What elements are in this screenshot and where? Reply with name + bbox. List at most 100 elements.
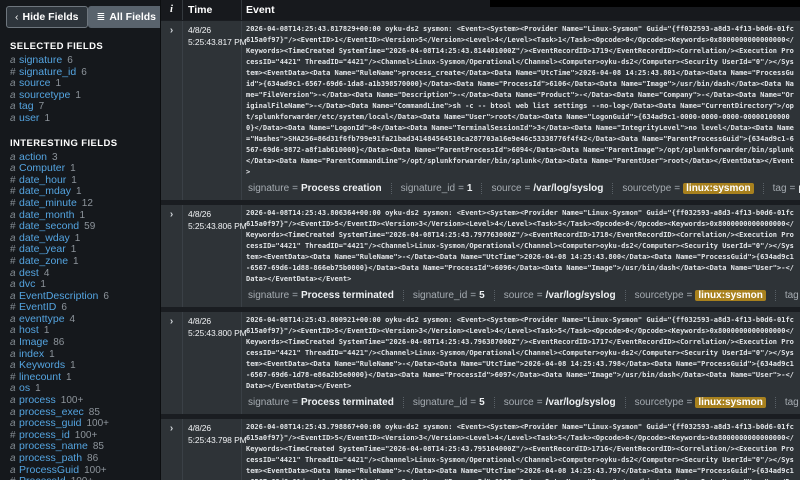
- field-count: 86: [87, 453, 99, 464]
- field-link[interactable]: ProcessId: [19, 475, 66, 480]
- field-link[interactable]: EventDescription: [19, 290, 98, 302]
- field-key: tag: [784, 290, 799, 301]
- expand-event-button[interactable]: ›: [161, 205, 183, 307]
- field-link[interactable]: signature: [19, 54, 62, 66]
- field-group-source: source =/var/log/syslog: [481, 183, 612, 194]
- field-link[interactable]: source: [19, 77, 51, 89]
- event-date: 4/8/26: [188, 423, 212, 433]
- event-date: 4/8/26: [188, 209, 212, 219]
- field-link[interactable]: linecount: [19, 371, 61, 383]
- field-link[interactable]: process_guid: [19, 417, 81, 429]
- field-group-signature: signature = Process terminated: [246, 397, 403, 408]
- event-fields-line: signature = Process terminated signature_i…: [246, 290, 800, 301]
- field-link[interactable]: sourcetype: [19, 89, 70, 101]
- field-group-source: source =/var/log/syslog: [493, 290, 625, 301]
- hide-fields-label: Hide Fields: [22, 11, 79, 23]
- field-count: 1: [70, 360, 76, 372]
- field-link[interactable]: date_wday: [19, 232, 70, 244]
- field-link[interactable]: user: [19, 112, 39, 124]
- all-fields-button[interactable]: ≣ All Fields: [87, 6, 160, 28]
- field-type-prefix: #: [10, 255, 16, 267]
- field-link[interactable]: os: [19, 382, 30, 395]
- field-link[interactable]: Computer: [19, 162, 65, 174]
- field-link[interactable]: Keywords: [19, 359, 65, 371]
- field-type-prefix: a: [10, 163, 16, 175]
- field-link[interactable]: tag: [19, 100, 34, 113]
- field-link[interactable]: date_second: [19, 220, 79, 232]
- field-type-prefix: #: [10, 66, 16, 78]
- field-count: 1: [43, 325, 50, 337]
- field-count: 1: [55, 78, 62, 90]
- field-link[interactable]: process_path: [19, 452, 82, 464]
- field-link[interactable]: eventtype: [19, 313, 65, 325]
- equals-sign: =: [470, 397, 477, 408]
- field-count: 100+: [84, 464, 107, 476]
- field-link[interactable]: process_id: [19, 429, 70, 441]
- field-value-source[interactable]: /var/log/syslog: [533, 183, 603, 194]
- equals-sign: =: [686, 290, 693, 301]
- field-link[interactable]: date_year: [19, 243, 66, 256]
- field-type-prefix: a: [10, 101, 16, 113]
- field-group-signature-id: signature_id = 5: [402, 397, 494, 408]
- selected-fields-list: a signature 6 # signature_id 6 a source 1 a sou…: [0, 54, 160, 125]
- field-link[interactable]: date_month: [19, 209, 74, 221]
- field-value-source[interactable]: /var/log/syslog: [546, 397, 616, 408]
- event-date: 4/8/26: [188, 25, 212, 35]
- field-type-prefix: a: [10, 232, 16, 244]
- top-black-strip: [490, 0, 800, 7]
- field-group-source: source =/var/log/syslog: [493, 397, 625, 408]
- field-link[interactable]: signature_id: [19, 66, 76, 78]
- field-value-sourcetype[interactable]: linux:sysmon: [683, 183, 754, 194]
- field-link[interactable]: host: [19, 324, 39, 337]
- event-cell: 2026-04-08T14:25:43.798867+00:00 oyku-ds…: [242, 419, 800, 480]
- field-link[interactable]: dvc: [19, 278, 35, 290]
- chevron-right-icon: ›: [169, 209, 174, 220]
- field-link[interactable]: process_exec: [19, 406, 84, 418]
- expand-event-button[interactable]: ›: [161, 21, 183, 200]
- field-value-sourcetype[interactable]: linux:sysmon: [695, 290, 766, 301]
- field-type-prefix: a: [10, 78, 16, 90]
- field-type-prefix: a: [10, 464, 16, 476]
- field-value-signature[interactable]: Process terminated: [301, 397, 394, 408]
- field-value-signature[interactable]: Process terminated: [301, 290, 394, 301]
- expand-event-button[interactable]: ›: [161, 419, 183, 480]
- field-link[interactable]: date_minute: [19, 197, 77, 209]
- field-type-prefix: a: [10, 325, 16, 337]
- field-link[interactable]: EventID: [19, 301, 56, 313]
- field-value-sourcetype[interactable]: linux:sysmon: [695, 397, 766, 408]
- field-key: signature: [248, 397, 290, 408]
- event-time-cell: 4/8/26 5:25:43.817 PM: [183, 21, 247, 200]
- field-value-signature-id[interactable]: 5: [479, 290, 485, 301]
- field-value-signature[interactable]: Process creation: [301, 183, 382, 194]
- expand-event-button[interactable]: ›: [161, 312, 183, 414]
- event-time: 5:25:43.798 PM: [188, 435, 247, 445]
- field-link[interactable]: date_mday: [19, 185, 71, 198]
- field-link[interactable]: ProcessGuid: [19, 464, 79, 476]
- tag-pair: tag=process: [785, 290, 800, 301]
- chevron-left-icon: ‹: [15, 11, 19, 23]
- selected-fields-header: SELECTED FIELDS: [10, 41, 104, 52]
- field-link[interactable]: Image: [19, 336, 48, 348]
- field-value-signature-id[interactable]: 5: [479, 397, 485, 408]
- event-row: › 4/8/26 5:25:43.806 PM 2026-04-08T14:25…: [161, 205, 800, 307]
- field-link[interactable]: dest: [19, 267, 39, 279]
- field-count: 6: [67, 55, 73, 66]
- field-link[interactable]: date_hour: [19, 174, 66, 186]
- field-type-prefix: a: [10, 313, 16, 325]
- field-link[interactable]: process_name: [19, 440, 88, 453]
- field-count: 1: [70, 163, 76, 175]
- field-link[interactable]: date_zone: [19, 255, 68, 267]
- field-type-prefix: a: [10, 89, 16, 101]
- field-key: signature: [248, 290, 290, 301]
- event-raw-text: 2026-04-08T14:25:43.806364+00:00 oyku-ds…: [246, 209, 794, 283]
- field-link[interactable]: process: [19, 394, 56, 406]
- field-type-prefix: a: [10, 395, 16, 407]
- field-value-signature-id[interactable]: 1: [467, 183, 473, 194]
- field-value-source[interactable]: /var/log/syslog: [546, 290, 616, 301]
- field-link[interactable]: action: [19, 151, 47, 163]
- event-time-cell: 4/8/26 5:25:43.806 PM: [183, 205, 247, 307]
- hide-fields-button[interactable]: ‹ Hide Fields: [6, 6, 88, 28]
- field-link[interactable]: index: [19, 348, 44, 360]
- field-key: source: [491, 183, 522, 194]
- field-type-prefix: a: [10, 209, 16, 221]
